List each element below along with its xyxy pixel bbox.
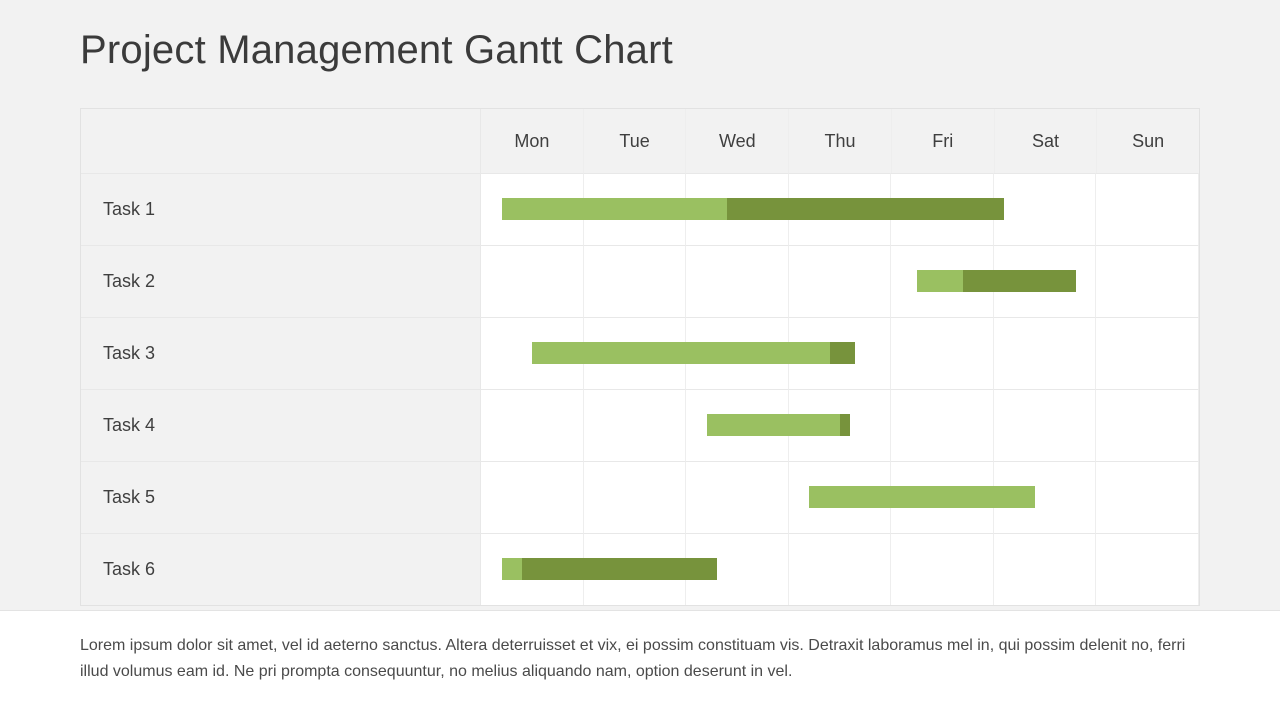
gantt-cell (481, 173, 584, 245)
gantt-cell (891, 389, 994, 461)
gantt-cell (994, 173, 1097, 245)
gantt-cell (789, 389, 892, 461)
page-title: Project Management Gantt Chart (80, 28, 673, 73)
gantt-cell (481, 389, 584, 461)
gantt-cell (994, 245, 1097, 317)
gantt-header-day: Thu (789, 109, 892, 173)
gantt-cell (891, 173, 994, 245)
gantt-cell (891, 461, 994, 533)
gantt-header-day: Fri (892, 109, 995, 173)
gantt-row: Task 6 (81, 533, 1199, 605)
gantt-cell (994, 461, 1097, 533)
gantt-cell (686, 389, 789, 461)
gantt-row: Task 3 (81, 317, 1199, 389)
gantt-cell (891, 317, 994, 389)
gantt-cell (789, 461, 892, 533)
gantt-cell (584, 533, 687, 605)
gantt-chart: MonTueWedThuFriSatSun Task 1Task 2Task 3… (80, 108, 1200, 606)
footer-text: Lorem ipsum dolor sit amet, vel id aeter… (80, 633, 1200, 684)
gantt-cell (789, 317, 892, 389)
gantt-header-day: Mon (481, 109, 584, 173)
gantt-header-days: MonTueWedThuFriSatSun (481, 109, 1199, 173)
gantt-cell (686, 245, 789, 317)
gantt-row-days (481, 173, 1199, 245)
gantt-row: Task 4 (81, 389, 1199, 461)
gantt-cell (481, 245, 584, 317)
gantt-task-label: Task 5 (81, 461, 481, 533)
gantt-cell (481, 461, 584, 533)
gantt-header-row: MonTueWedThuFriSatSun (81, 109, 1199, 173)
gantt-cell (584, 389, 687, 461)
gantt-cell (584, 173, 687, 245)
gantt-row: Task 1 (81, 173, 1199, 245)
gantt-cell (789, 245, 892, 317)
gantt-header-day: Wed (686, 109, 789, 173)
gantt-task-label: Task 6 (81, 533, 481, 605)
gantt-cell (789, 533, 892, 605)
gantt-cell (584, 245, 687, 317)
gantt-cell (481, 533, 584, 605)
gantt-task-label: Task 3 (81, 317, 481, 389)
gantt-header-day: Sat (995, 109, 1098, 173)
gantt-header-day: Tue (584, 109, 687, 173)
gantt-row: Task 2 (81, 245, 1199, 317)
gantt-task-label: Task 4 (81, 389, 481, 461)
gantt-header-day: Sun (1097, 109, 1199, 173)
gantt-cell (686, 317, 789, 389)
gantt-cell (1096, 317, 1199, 389)
gantt-row-days (481, 317, 1199, 389)
gantt-cell (994, 389, 1097, 461)
gantt-cell (686, 173, 789, 245)
slide: Project Management Gantt Chart MonTueWed… (0, 0, 1280, 720)
gantt-row: Task 5 (81, 461, 1199, 533)
gantt-cell (994, 533, 1097, 605)
gantt-cell (891, 533, 994, 605)
gantt-task-label: Task 2 (81, 245, 481, 317)
gantt-cell (994, 317, 1097, 389)
gantt-row-days (481, 533, 1199, 605)
gantt-cell (686, 461, 789, 533)
gantt-cell (584, 317, 687, 389)
gantt-cell (584, 461, 687, 533)
footer: Lorem ipsum dolor sit amet, vel id aeter… (0, 610, 1280, 720)
gantt-task-label: Task 1 (81, 173, 481, 245)
gantt-row-days (481, 245, 1199, 317)
gantt-cell (1096, 533, 1199, 605)
gantt-row-days (481, 389, 1199, 461)
gantt-cell (1096, 173, 1199, 245)
gantt-body: Task 1Task 2Task 3Task 4Task 5Task 6 (81, 173, 1199, 605)
gantt-row-days (481, 461, 1199, 533)
gantt-cell (1096, 461, 1199, 533)
gantt-cell (789, 173, 892, 245)
gantt-cell (481, 317, 584, 389)
gantt-cell (891, 245, 994, 317)
gantt-cell (1096, 245, 1199, 317)
gantt-header-task-col (81, 109, 481, 173)
gantt-cell (686, 533, 789, 605)
gantt-cell (1096, 389, 1199, 461)
